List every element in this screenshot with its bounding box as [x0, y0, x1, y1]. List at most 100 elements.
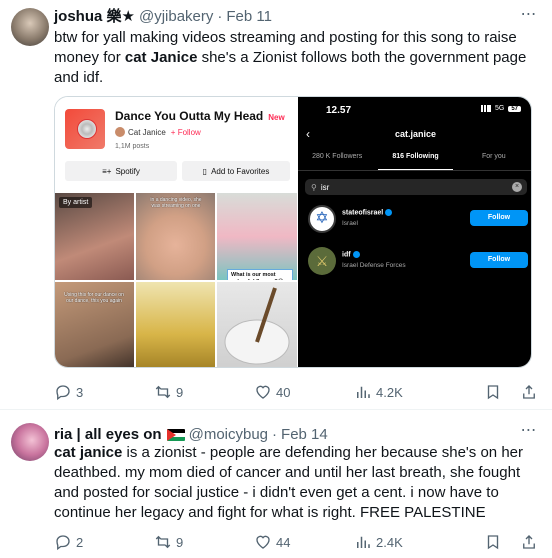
post-count: 1,1M posts: [115, 143, 150, 150]
account-row: ⚔ idf Israel Defense Forces Follow: [308, 247, 528, 277]
artist-row: Cat Janice + Follow: [115, 127, 201, 137]
tab-followers: 280 K Followers: [312, 153, 363, 160]
like-button[interactable]: 44: [254, 532, 354, 552]
status-bar: 5G 57: [480, 105, 521, 112]
search-icon: ⚲: [311, 182, 317, 192]
bookmark-icon[interactable]: [484, 533, 502, 551]
reply-button[interactable]: 3: [54, 382, 154, 402]
spotify-button: ≡+ Spotify: [65, 161, 177, 181]
add-to-favorites-button: ▯ Add to Favorites: [182, 161, 290, 181]
avatar[interactable]: [11, 8, 49, 46]
account-name: stateofisrael: [342, 209, 393, 216]
song-title: Dance You Outta My Head New: [115, 109, 285, 123]
video-caption: in a dancing video, she was streaming on…: [150, 197, 202, 209]
account-subtitle: Israel: [342, 220, 358, 227]
search-field: ⚲ isr ×: [305, 179, 527, 195]
star-of-david-icon: ✡: [308, 205, 336, 233]
handle[interactable]: @yjibakery: [139, 8, 213, 26]
artist-avatar: [115, 127, 125, 137]
tweet-text-bold: cat Janice: [124, 49, 198, 66]
video-grid: By artist in a dancing video, she was st…: [55, 193, 297, 367]
retweet-button[interactable]: 9: [154, 382, 254, 402]
object-image: [224, 287, 290, 365]
reply-button[interactable]: 2: [54, 532, 154, 552]
avatar[interactable]: [11, 423, 49, 461]
reply-icon: [54, 533, 72, 551]
retweet-icon: [154, 533, 172, 551]
artist-name: Cat Janice: [128, 127, 166, 137]
tweet[interactable]: joshua 樂★ @yjibakery · Feb 11 ⋯ btw for …: [0, 0, 552, 410]
playlist-icon: ≡+: [102, 166, 112, 176]
reply-icon: [54, 383, 72, 401]
network-label: 5G: [494, 105, 505, 112]
reply-count: 3: [76, 384, 84, 400]
bookmark-icon: ▯: [202, 166, 208, 176]
retweet-count: 9: [176, 534, 184, 550]
song-cover-image: [65, 109, 105, 149]
tweet-text: cat janice is a zionist - people are def…: [54, 443, 538, 523]
account-name: idf: [342, 251, 360, 258]
video-caption: Using this for our dance on our dance, t…: [64, 292, 124, 304]
tweet-header: ria | all eyes on @moicybug · Feb 14: [54, 426, 328, 444]
separator: ·: [272, 426, 278, 443]
retweet-count: 9: [176, 384, 184, 400]
separator: ·: [217, 8, 223, 25]
video-thumbnail: What is our most colourful flavour?😊: [217, 193, 297, 280]
tweet-date[interactable]: Feb 14: [281, 426, 328, 444]
follow-link: + Follow: [170, 127, 201, 137]
bookmark-icon[interactable]: [484, 383, 502, 401]
tweet-media[interactable]: Dance You Outta My Head New Cat Janice + …: [54, 96, 532, 368]
retweet-button[interactable]: 9: [154, 532, 254, 552]
views-button[interactable]: 2.4K: [354, 532, 454, 552]
battery-icon: 57: [508, 105, 521, 112]
analytics-icon: [354, 533, 372, 551]
more-options-icon[interactable]: ⋯: [520, 7, 538, 26]
tab-following: 816 Following: [392, 153, 439, 160]
follow-button: Follow: [470, 210, 528, 226]
analytics-icon: [354, 383, 372, 401]
clear-icon: ×: [512, 182, 522, 192]
verified-icon: [385, 209, 393, 216]
reply-count: 2: [76, 534, 84, 550]
video-caption: What is our most colourful flavour?😊: [227, 269, 293, 280]
handle[interactable]: @moicybug: [189, 426, 268, 444]
like-count: 44: [276, 534, 291, 550]
tab-for-you: For you: [481, 153, 506, 160]
tweet-actions: 2 9 44 2.4K: [54, 532, 538, 552]
divider: [298, 170, 531, 171]
like-button[interactable]: 40: [254, 382, 354, 402]
tiktok-sound-screenshot: Dance You Outta My Head New Cat Janice + …: [55, 97, 297, 367]
idf-emblem-icon: ⚔: [308, 247, 336, 275]
tweet-text-part: is a zionist - people are defending her …: [54, 444, 523, 521]
video-thumbnail: [136, 282, 215, 367]
like-count: 40: [276, 384, 291, 400]
heart-icon: [254, 533, 272, 551]
video-thumbnail: Using this for our dance on our dance, t…: [55, 282, 134, 367]
active-tab-indicator: [378, 169, 453, 170]
more-options-icon[interactable]: ⋯: [520, 423, 538, 442]
new-badge: New: [268, 113, 285, 122]
display-name[interactable]: joshua 樂★: [54, 8, 135, 26]
tweet-actions: 3 9 40 4.2K: [54, 382, 538, 402]
signal-icon: [480, 105, 491, 112]
status-time: 12.57: [326, 105, 352, 116]
share-icon[interactable]: [520, 383, 538, 401]
share-icon[interactable]: [520, 533, 538, 551]
video-thumbnail: in a dancing video, she was streaming on…: [136, 193, 215, 280]
tweet[interactable]: ria | all eyes on @moicybug · Feb 14 ⋯ c…: [0, 411, 552, 558]
views-button[interactable]: 4.2K: [354, 382, 454, 402]
verified-icon: [352, 251, 360, 258]
view-count: 2.4K: [376, 534, 403, 550]
view-count: 4.2K: [376, 384, 403, 400]
tweet-header: joshua 樂★ @yjibakery · Feb 11: [54, 8, 272, 26]
account-subtitle: Israel Defense Forces: [342, 262, 406, 269]
heart-icon: [254, 383, 272, 401]
search-value: isr: [320, 182, 330, 192]
display-name[interactable]: ria | all eyes on: [54, 426, 162, 444]
video-thumbnail: By artist: [55, 193, 134, 280]
by-artist-label: By artist: [59, 197, 93, 208]
tweet-date[interactable]: Feb 11: [226, 8, 272, 26]
tweet-text: btw for yall making videos streaming and…: [54, 28, 538, 88]
account-row: ✡ stateofisrael Israel Follow: [308, 205, 528, 235]
tweet-text-bold: cat janice: [54, 444, 123, 461]
